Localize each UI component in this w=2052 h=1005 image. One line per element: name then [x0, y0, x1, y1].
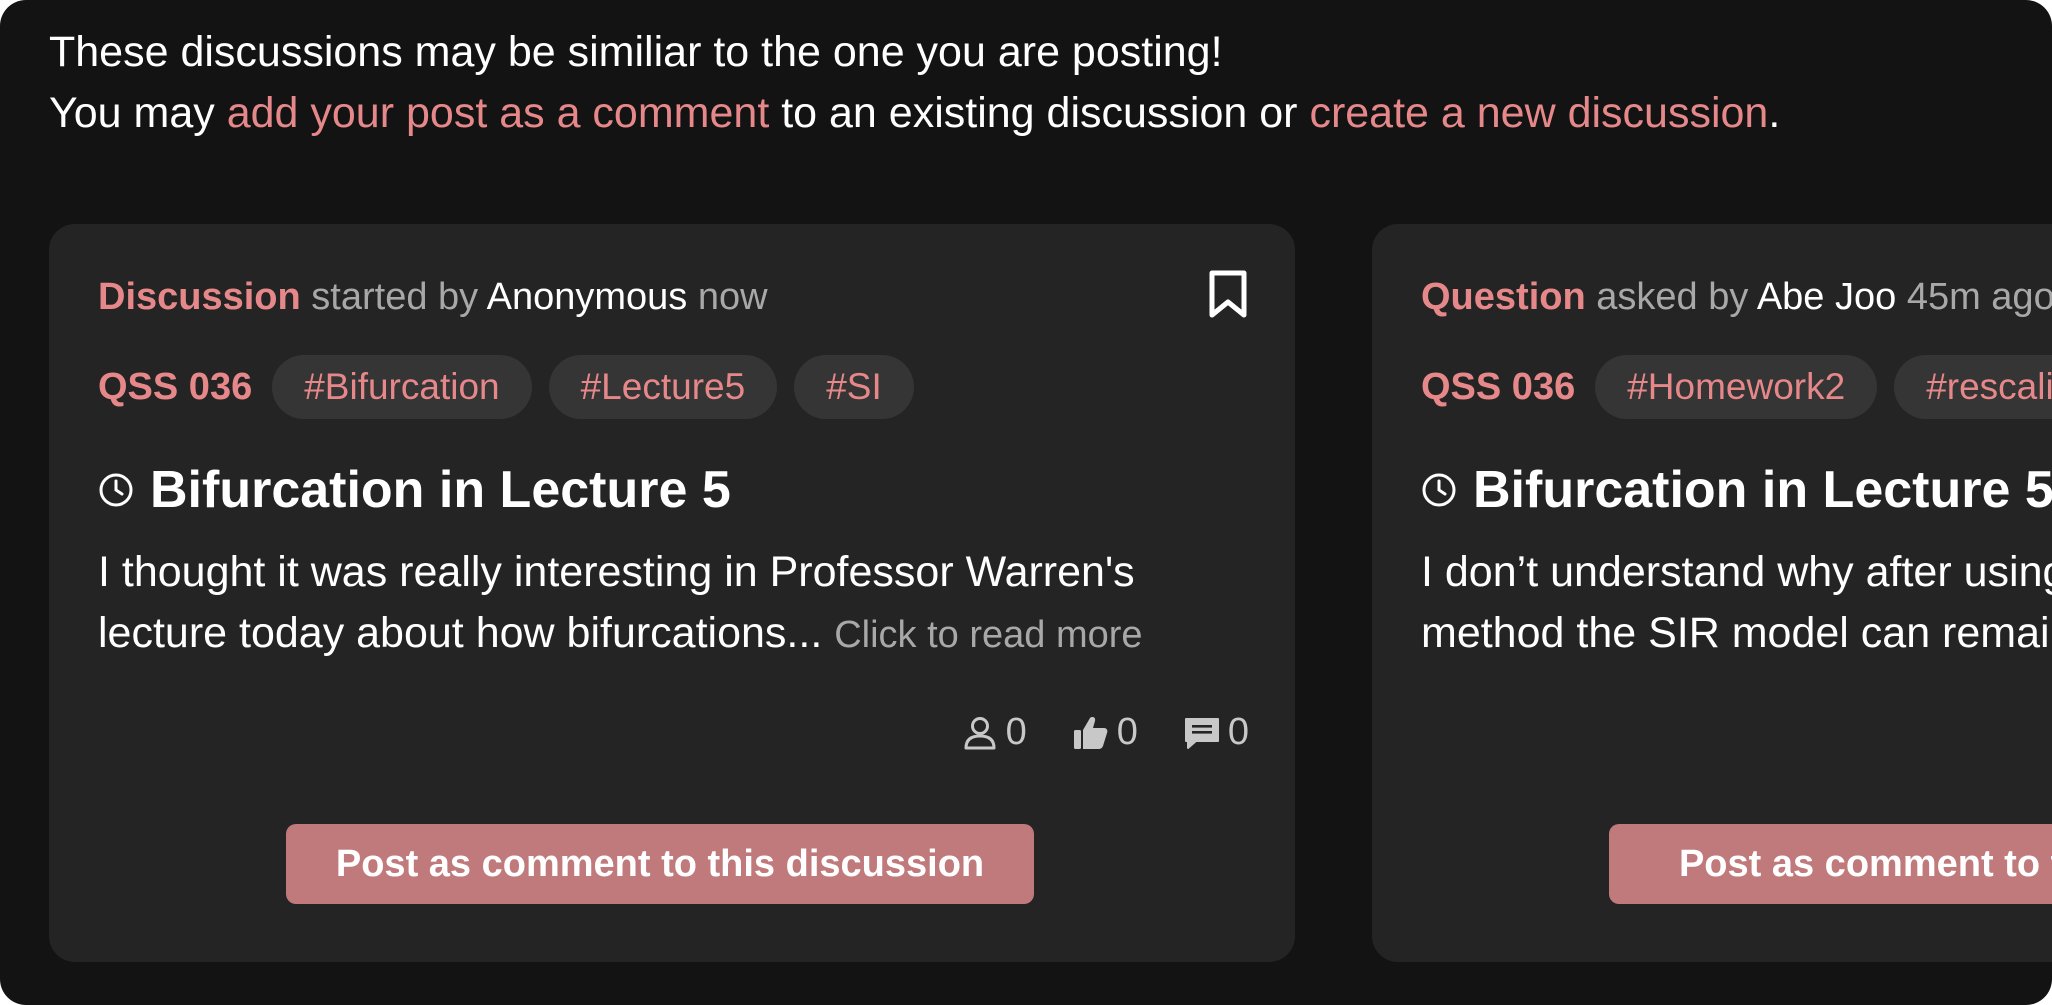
excerpt-line-1: I don’t understand why after using the r… [1421, 548, 2052, 596]
post-excerpt: I don’t understand why after using the r… [1421, 542, 2052, 664]
excerpt-line-1: I thought it was really interesting in P… [98, 548, 1135, 596]
intro-prefix: You may [49, 89, 227, 137]
intro-middle: to an existing discussion or [769, 89, 1310, 137]
intro-line-2: You may add your post as a comment to an… [49, 83, 1780, 144]
comments-stat[interactable]: 0 [1182, 711, 1249, 754]
post-author: Anonymous [486, 276, 688, 318]
excerpt-line-2: method the SIR model can remain the same [1421, 609, 2052, 657]
views-stat: 0 [960, 711, 1027, 754]
post-time: now [687, 276, 768, 318]
clock-icon [1422, 473, 1456, 507]
likes-count: 0 [1116, 711, 1138, 753]
tag-chip[interactable]: #SI [794, 355, 914, 419]
excerpt-line-2-text: lecture today about how bifurcations... [98, 609, 835, 657]
user-icon [964, 716, 996, 749]
tag-chip[interactable]: #Bifurcation [272, 355, 532, 419]
tag-row: QSS 036 #Homework2 #rescaling [1421, 355, 2052, 419]
excerpt-line-2: lecture today about how bifurcations... … [98, 603, 1258, 666]
discussion-card[interactable]: Discussion started by Anonymous now QSS … [49, 224, 1295, 962]
create-new-discussion-link[interactable]: create a new discussion [1309, 89, 1768, 137]
intro-suffix: . [1768, 89, 1781, 137]
similar-discussions-panel: These discussions may be similiar to the… [0, 0, 2052, 1005]
views-count: 0 [1005, 711, 1027, 753]
post-author: Abe Joo [1756, 276, 1897, 318]
course-code[interactable]: QSS 036 [98, 366, 252, 409]
clock-icon [99, 473, 133, 507]
tag-chip[interactable]: #Lecture5 [548, 355, 778, 419]
thumbs-up-icon[interactable] [1071, 713, 1111, 753]
title-row: Bifurcation in Lecture 5 [98, 460, 731, 520]
read-more-link[interactable]: Click to read more [834, 614, 1142, 656]
discussion-card[interactable]: Question asked by Abe Joo 45m ago QSS 03… [1372, 224, 2052, 962]
post-title[interactable]: Bifurcation in Lecture 5 [1473, 460, 2052, 520]
post-verb: started by [300, 276, 487, 318]
tag-row: QSS 036 #Bifurcation #Lecture5 #SI [98, 355, 931, 419]
post-as-comment-button[interactable]: Post as comment to this question [1609, 824, 2052, 904]
intro-text: These discussions may be similiar to the… [49, 22, 1780, 144]
course-code[interactable]: QSS 036 [1421, 366, 1575, 409]
title-row: Bifurcation in Lecture 5 [1421, 460, 2052, 520]
post-type: Question [1421, 276, 1586, 318]
post-title[interactable]: Bifurcation in Lecture 5 [150, 460, 731, 520]
post-meta: Question asked by Abe Joo 45m ago [1421, 276, 2052, 319]
comment-icon[interactable] [1182, 713, 1222, 753]
post-verb: asked by [1585, 276, 1757, 318]
post-type: Discussion [98, 276, 301, 318]
post-excerpt: I thought it was really interesting in P… [98, 542, 1258, 666]
add-as-comment-link[interactable]: add your post as a comment [227, 89, 770, 137]
intro-line-1: These discussions may be similiar to the… [49, 28, 1223, 76]
post-time: 45m ago [1896, 276, 2052, 318]
comments-count: 0 [1227, 711, 1249, 753]
post-meta: Discussion started by Anonymous now [98, 276, 768, 319]
post-as-comment-button[interactable]: Post as comment to this discussion [286, 824, 1034, 904]
tag-chip[interactable]: #rescaling [1894, 355, 2052, 419]
bookmark-icon[interactable] [1207, 270, 1249, 318]
likes-stat[interactable]: 0 [1071, 711, 1138, 754]
tag-chip[interactable]: #Homework2 [1595, 355, 1878, 419]
post-stats: 0 0 0 [916, 711, 1249, 754]
